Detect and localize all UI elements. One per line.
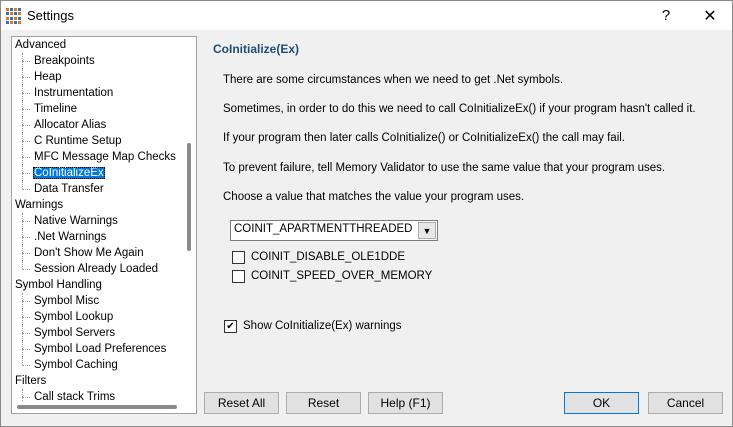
cancel-button[interactable]: Cancel — [648, 392, 723, 414]
tree-item-label: Symbol Servers — [34, 327, 116, 339]
show-warnings-label: Show CoInitialize(Ex) warnings — [243, 320, 402, 332]
tree-item-label: Warnings — [15, 199, 64, 211]
description-line: There are some circumstances when we nee… — [223, 74, 564, 86]
close-icon: ✕ — [703, 7, 717, 25]
tree-category[interactable]: Symbol Handling — [12, 277, 184, 293]
tree-item[interactable]: Session Already Loaded — [12, 261, 184, 277]
tree-category[interactable]: Filters — [12, 373, 184, 389]
help-f1-button[interactable]: Help (F1) — [368, 392, 443, 414]
disable-ole1dde-checkbox[interactable] — [232, 250, 245, 264]
tree-item[interactable]: Symbol Caching — [12, 357, 184, 373]
disable-ole1dde-option[interactable]: COINIT_DISABLE_OLE1DDE — [232, 250, 405, 264]
app-grid-icon — [5, 7, 23, 25]
coinit-value-dropdown[interactable]: COINIT_APARTMENTTHREADED ▼ — [230, 220, 438, 241]
tree-item-label: Filters — [15, 375, 47, 387]
close-button[interactable]: ✕ — [690, 1, 730, 30]
tree-item[interactable]: Heap — [12, 69, 184, 85]
tree-item-label: Timeline — [34, 103, 78, 115]
tree-item[interactable]: Data Transfer — [12, 181, 184, 197]
tree-item[interactable]: Native Warnings — [12, 213, 184, 229]
reset-all-button[interactable]: Reset All — [204, 392, 279, 414]
tree-item-label: Allocator Alias — [34, 119, 107, 131]
tree-item-label: Symbol Caching — [34, 359, 118, 371]
coinitialize-panel: CoInitialize(Ex) There are some circumst… — [205, 36, 725, 386]
reset-button[interactable]: Reset — [286, 392, 361, 414]
tree-item-label: CoInitializeEx — [33, 167, 105, 179]
tree-item[interactable]: Breakpoints — [12, 53, 184, 69]
tree-item[interactable]: Symbol Lookup — [12, 309, 184, 325]
tree-item[interactable]: MFC Message Map Checks — [12, 149, 184, 165]
tree-item[interactable]: Symbol Misc — [12, 293, 184, 309]
help-icon: ? — [661, 7, 671, 24]
help-button[interactable]: ? — [646, 1, 686, 30]
tree-item-label: .Net Warnings — [34, 231, 107, 243]
tree-list: Advanced Breakpoints Heap Instrumentation Ti… — [12, 37, 184, 405]
tree-item-label: Symbol Load Preferences — [34, 343, 167, 355]
show-warnings-option[interactable]: ✔ Show CoInitialize(Ex) warnings — [224, 319, 402, 333]
settings-tree[interactable]: Advanced Breakpoints Heap Instrumentation Ti… — [11, 36, 197, 414]
tree-item[interactable]: .Net Warnings — [12, 229, 184, 245]
title-bar[interactable]: Settings ? ✕ — [1, 1, 732, 30]
tree-item-label: MFC Message Map Checks — [34, 151, 176, 163]
tree-item[interactable]: Timeline — [12, 101, 184, 117]
panel-title: CoInitialize(Ex) — [213, 42, 300, 56]
tree-item-label: Breakpoints — [34, 55, 95, 67]
tree-item-label: Native Warnings — [34, 215, 118, 227]
tree-vertical-scroll-thumb[interactable] — [187, 143, 191, 251]
tree-item-label: Data Transfer — [34, 183, 104, 195]
disable-ole1dde-label: COINIT_DISABLE_OLE1DDE — [251, 251, 406, 263]
tree-item-label: Symbol Handling — [15, 279, 102, 291]
tree-item[interactable]: Don't Show Me Again — [12, 245, 184, 261]
show-warnings-checkbox[interactable]: ✔ — [224, 319, 237, 333]
tree-item[interactable]: Symbol Servers — [12, 325, 184, 341]
coinit-selected-value: COINIT_APARTMENTTHREADED — [234, 223, 413, 235]
tree-item-label: C Runtime Setup — [34, 135, 122, 147]
tree-item-label: Symbol Misc — [34, 295, 100, 307]
ok-button[interactable]: OK — [564, 392, 639, 414]
tree-category[interactable]: Advanced — [12, 37, 184, 53]
tree-item-label: Heap — [34, 71, 62, 83]
dropdown-arrow-icon[interactable]: ▼ — [418, 222, 436, 239]
tree-vertical-scrollbar[interactable] — [184, 37, 196, 401]
description-line: If your program then later calls CoIniti… — [223, 132, 626, 144]
tree-item-label: Advanced — [15, 39, 67, 51]
tree-horizontal-scrollbar[interactable] — [12, 401, 184, 413]
speed-over-memory-checkbox[interactable] — [232, 269, 245, 283]
tree-item[interactable]: Instrumentation — [12, 85, 184, 101]
tree-item-label: Session Already Loaded — [34, 263, 159, 275]
speed-over-memory-option[interactable]: COINIT_SPEED_OVER_MEMORY — [232, 269, 432, 283]
description-line: Choose a value that matches the value yo… — [223, 191, 525, 203]
tree-category[interactable]: Warnings — [12, 197, 184, 213]
tree-item[interactable]: C Runtime Setup — [12, 133, 184, 149]
tree-horizontal-scroll-thumb[interactable] — [17, 405, 177, 409]
tree-item[interactable]: Symbol Load Preferences — [12, 341, 184, 357]
tree-item-label: Symbol Lookup — [34, 311, 114, 323]
window-title: Settings — [27, 8, 74, 23]
settings-window: Settings ? ✕ Advanced Breakpoints Heap Inst… — [0, 0, 733, 427]
tree-item-label: Don't Show Me Again — [34, 247, 144, 259]
description-line: To prevent failure, tell Memory Validato… — [223, 162, 666, 174]
description-line: Sometimes, in order to do this we need t… — [223, 103, 696, 115]
tree-item[interactable]: CoInitializeEx — [12, 165, 184, 181]
speed-over-memory-label: COINIT_SPEED_OVER_MEMORY — [251, 270, 433, 282]
tree-item[interactable]: Allocator Alias — [12, 117, 184, 133]
tree-item-label: Instrumentation — [34, 87, 114, 99]
